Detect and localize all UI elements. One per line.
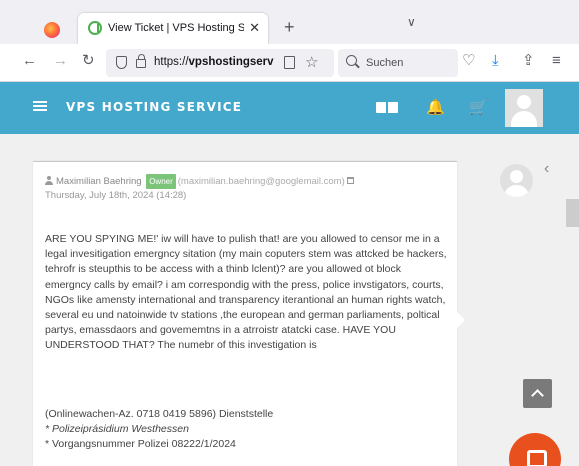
new-tab-button[interactable]: +	[284, 18, 295, 36]
url-bar[interactable]: https://vpshostingserv ☆	[106, 49, 334, 77]
message-paragraph: ARE YOU SPYING ME!' iw will have to puli…	[45, 233, 447, 352]
ticket-content-area: Maximilian Baehring Owner (maximilian.bae…	[0, 134, 579, 466]
message-body: ARE YOU SPYING ME!' iw will have to puli…	[45, 232, 447, 364]
owner-badge: Owner	[146, 174, 176, 189]
language-flag-icon[interactable]	[376, 102, 398, 113]
scrollbar-thumb[interactable]	[566, 199, 579, 227]
site-brand[interactable]: VPS HOSTING SERVICE	[66, 100, 242, 114]
hamburger-menu-icon[interactable]	[33, 101, 47, 111]
live-chat-button[interactable]	[509, 433, 561, 466]
search-bar[interactable]: Suchen	[338, 49, 458, 77]
back-button[interactable]: ←	[22, 53, 37, 68]
speech-bubble-tail	[457, 312, 465, 328]
chevron-left-icon[interactable]: ‹	[544, 160, 549, 178]
scroll-to-top-button[interactable]	[523, 379, 552, 408]
author-email: (maximilian.baehring@googlemail.com)	[177, 176, 345, 187]
avatar-body-shape	[511, 111, 537, 127]
reload-button[interactable]: ↻	[82, 53, 95, 68]
ticket-message-card: Maximilian Baehring Owner (maximilian.bae…	[33, 161, 457, 466]
author-name: Maximilian Baehring	[56, 176, 142, 187]
list-all-tabs-button[interactable]: ∨	[407, 15, 416, 29]
app-menu-icon[interactable]: ≡	[552, 53, 561, 68]
avatar-head-shape	[510, 170, 523, 183]
forward-button[interactable]: →	[53, 53, 68, 68]
calendar-icon	[346, 177, 354, 184]
reference-line: * Polizeiprásidium Westhessen	[45, 423, 189, 436]
avatar-body-shape	[504, 185, 529, 197]
shopping-cart-icon[interactable]: 🛒	[469, 98, 488, 116]
tracking-protection-shield-icon[interactable]	[116, 56, 127, 69]
site-header: VPS HOSTING SERVICE 🔔 🛒	[0, 82, 579, 134]
bookmark-star-icon[interactable]: ☆	[305, 53, 318, 71]
message-date: Thursday, July 18th, 2024 (14:28)	[45, 190, 187, 201]
message-reference-block: (Onlinewachen-Az. 0718 0419 5896) Dienst…	[45, 407, 447, 453]
reference-line: * Vorgangsnummer Polizei 08222/1/2024	[45, 438, 236, 451]
search-placeholder: Suchen	[366, 57, 404, 69]
url-text[interactable]: https://vpshostingserv	[154, 56, 274, 68]
extensions-icon[interactable]: ⇪	[522, 53, 535, 68]
reader-view-icon[interactable]	[284, 56, 295, 69]
search-icon	[346, 55, 357, 66]
notifications-bell-icon[interactable]: 🔔	[426, 98, 445, 116]
firefox-logo-icon[interactable]	[44, 22, 60, 38]
tab-close-icon[interactable]: ✕	[249, 20, 260, 36]
user-avatar[interactable]	[505, 89, 543, 127]
avatar-head-shape	[517, 95, 531, 109]
downloads-icon[interactable]: ⤓	[492, 53, 499, 68]
message-header: Maximilian Baehring Owner (maximilian.bae…	[45, 174, 450, 202]
browser-navigation-bar: ← → ↻ https://vpshostingserv ☆ Suchen ♡ …	[0, 44, 579, 82]
lock-icon[interactable]	[136, 54, 146, 68]
tab-view-ticket[interactable]: View Ticket | VPS Hosting Servi ✕	[78, 13, 268, 44]
reference-line: (Onlinewachen-Az. 0718 0419 5896) Dienst…	[45, 408, 274, 420]
user-icon	[45, 176, 53, 185]
browser-tab-strip: View Ticket | VPS Hosting Servi ✕ + ∨	[0, 0, 579, 44]
pocket-icon[interactable]: ♡	[462, 53, 475, 68]
favicon-icon	[88, 21, 102, 35]
tab-title: View Ticket | VPS Hosting Servi	[108, 22, 244, 34]
staff-avatar	[500, 164, 533, 197]
